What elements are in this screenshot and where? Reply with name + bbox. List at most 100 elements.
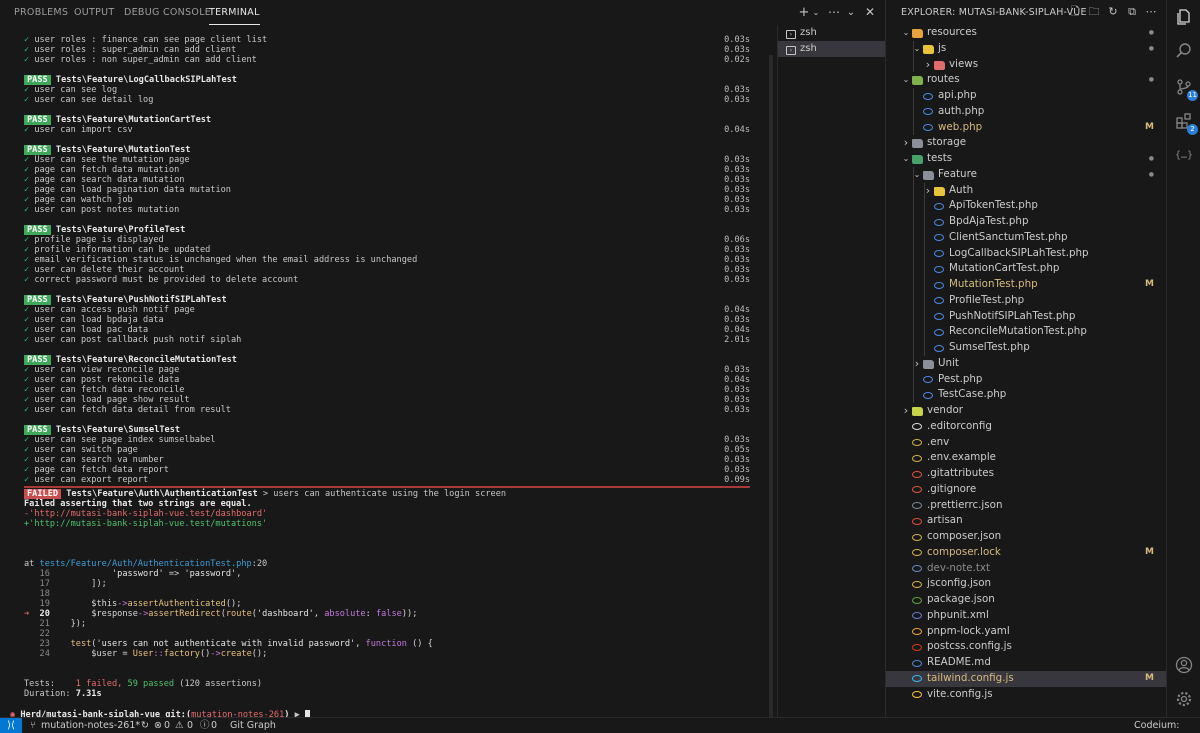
tree-item[interactable]: SumselTest.php (886, 340, 1166, 356)
search-icon[interactable] (1174, 42, 1194, 62)
explorer-icon[interactable] (1174, 8, 1194, 28)
tree-item[interactable]: .gitattributes (886, 466, 1166, 482)
more-actions-icon[interactable]: ⋯ (1144, 5, 1158, 19)
tree-item[interactable]: BpdAjaTest.php (886, 214, 1166, 230)
tree-item[interactable]: web.php M (886, 120, 1166, 136)
code-token: (); (225, 599, 242, 609)
tab-problems[interactable]: PROBLEMS (14, 0, 68, 25)
terminal-instance-1[interactable]: › zsh (778, 25, 886, 41)
tab-terminal[interactable]: TERMINAL (209, 0, 260, 25)
codeium-status[interactable]: Codeium: {...} (1134, 718, 1200, 733)
tree-item[interactable]: › vendor (886, 403, 1166, 419)
tree-item[interactable]: › storage (886, 135, 1166, 151)
tab-debug-console[interactable]: DEBUG CONSOLE (124, 0, 211, 25)
scrollbar-track[interactable] (769, 55, 773, 717)
test-result-row: ✓ page can load pagination data mutation… (24, 185, 750, 195)
more-actions-icon[interactable]: ⋯ (826, 0, 842, 25)
tree-item[interactable]: artisan (886, 513, 1166, 529)
tree-item[interactable]: ⌄ routes ● (886, 72, 1166, 88)
tree-item[interactable]: auth.php (886, 104, 1166, 120)
chevron-right-icon[interactable]: › (901, 403, 911, 419)
tree-item[interactable]: ProfileTest.php (886, 293, 1166, 309)
tree-item[interactable]: › views (886, 57, 1166, 73)
chevron-down-icon[interactable]: ⌄ (808, 0, 824, 25)
tree-item[interactable]: README.md (886, 655, 1166, 671)
refresh-icon[interactable]: ↻ (1106, 5, 1120, 19)
extensions-icon[interactable]: 2 (1174, 112, 1198, 135)
git-graph-button[interactable]: Git Graph (230, 718, 276, 733)
chevron-down-icon[interactable]: ⌄ (901, 72, 911, 88)
test-result-row: ✓ user can fetch data reconcile 0.03s (24, 385, 750, 395)
collapse-panel-icon[interactable]: ⌄ (843, 0, 859, 25)
new-file-icon[interactable]: 🗋 (1068, 5, 1082, 19)
tree-item[interactable]: .prettierrc.json (886, 498, 1166, 514)
tree-item[interactable]: composer.lock M (886, 545, 1166, 561)
tree-item[interactable]: Pest.php (886, 372, 1166, 388)
source-control-icon[interactable]: 11 (1174, 78, 1198, 101)
tree-item[interactable]: ⌄ resources ● (886, 25, 1166, 41)
test-result-row: ✓ profile information can be updated 0.03… (24, 245, 750, 255)
tree-item[interactable]: ApiTokenTest.php (886, 198, 1166, 214)
tree-item[interactable]: .env (886, 435, 1166, 451)
test-result-row: ✓ user can load bpdaja data 0.03s (24, 315, 750, 325)
tree-item[interactable]: ⌄ js ● (886, 41, 1166, 57)
tree-item-label: phpunit.xml (927, 608, 989, 621)
tree-item[interactable]: ⌄ tests ● (886, 151, 1166, 167)
terminal-icon: › (786, 46, 796, 55)
test-result-row: ✓ user can see page index sumselbabel 0.0… (24, 435, 750, 445)
tree-item[interactable]: api.php (886, 88, 1166, 104)
collapse-all-icon[interactable]: ⧉ (1125, 5, 1139, 19)
account-icon[interactable] (1174, 656, 1194, 676)
tree-item[interactable]: package.json (886, 592, 1166, 608)
tree-item[interactable]: .editorconfig (886, 419, 1166, 435)
tree-item[interactable]: vite.config.js (886, 687, 1166, 703)
close-panel-icon[interactable]: ✕ (862, 0, 878, 25)
terminal-instance-2[interactable]: › zsh (778, 41, 886, 57)
tree-item[interactable]: › Unit (886, 356, 1166, 372)
tree-item[interactable]: PushNotifSIPLahTest.php (886, 309, 1166, 325)
tree-item[interactable]: TestCase.php (886, 387, 1166, 403)
passed-count: 59 passed (127, 679, 175, 689)
tree-item[interactable]: tailwind.config.js M (886, 670, 1166, 687)
tree-item[interactable]: pnpm-lock.yaml (886, 624, 1166, 640)
tree-item[interactable]: postcss.config.js (886, 639, 1166, 655)
failure-file-link[interactable]: tests/Feature/Auth/AuthenticationTest.ph… (40, 559, 252, 569)
tree-item[interactable]: ReconcileMutationTest.php (886, 324, 1166, 340)
test-result-row: ✓ user can load pac data 0.04s (24, 325, 750, 335)
tree-item[interactable]: LogCallbackSIPLahTest.php (886, 246, 1166, 262)
tree-item[interactable]: MutationTest.php M (886, 277, 1166, 293)
tree-item[interactable]: composer.json (886, 529, 1166, 545)
gear-icon[interactable] (1174, 690, 1194, 710)
terminal-cursor[interactable] (305, 710, 311, 717)
sync-icon[interactable]: ↻ (141, 718, 149, 733)
branch-status[interactable]: mutation-notes-261* (41, 718, 140, 733)
chevron-right-icon[interactable]: › (901, 135, 911, 151)
tree-item[interactable]: ⌄ Feature ● (886, 167, 1166, 183)
tree-item[interactable]: .gitignore (886, 482, 1166, 498)
chevron-right-icon[interactable]: › (923, 57, 933, 73)
remote-icon[interactable]: ⟩⟨ (0, 718, 22, 733)
code-gutter: 17 (24, 579, 50, 589)
chevron-down-icon[interactable]: ⌄ (901, 151, 911, 167)
test-result-row: ✓ user can delete their account 0.03s (24, 265, 750, 275)
error-count[interactable]: 0 (164, 718, 170, 733)
new-folder-icon[interactable]: 🗀 (1087, 5, 1101, 19)
info-count[interactable]: 0 (211, 718, 217, 733)
code-line-number: 18 (39, 589, 50, 599)
failure-message-text: Failed asserting that two strings are eq… (24, 499, 252, 509)
tree-item[interactable]: dev-note.txt (886, 561, 1166, 577)
tree-item[interactable]: .env.example (886, 450, 1166, 466)
tree-item[interactable]: MutationCartTest.php (886, 261, 1166, 277)
chevron-down-icon[interactable]: ⌄ (901, 25, 911, 41)
tree-item[interactable]: phpunit.xml (886, 608, 1166, 624)
terminal-output[interactable]: ✓ user roles : finance can see page clie… (0, 25, 776, 717)
failed-badge: FAILED (24, 489, 62, 499)
tree-item[interactable]: › Auth (886, 183, 1166, 199)
bracket-icon[interactable]: {…} (1174, 146, 1194, 166)
warning-count[interactable]: 0 (187, 718, 193, 733)
tree-item[interactable]: ClientSanctumTest.php (886, 230, 1166, 246)
terminal-scrollbar[interactable] (768, 55, 774, 717)
tab-output[interactable]: OUTPUT (74, 0, 115, 25)
tree-item[interactable]: jsconfig.json (886, 576, 1166, 592)
